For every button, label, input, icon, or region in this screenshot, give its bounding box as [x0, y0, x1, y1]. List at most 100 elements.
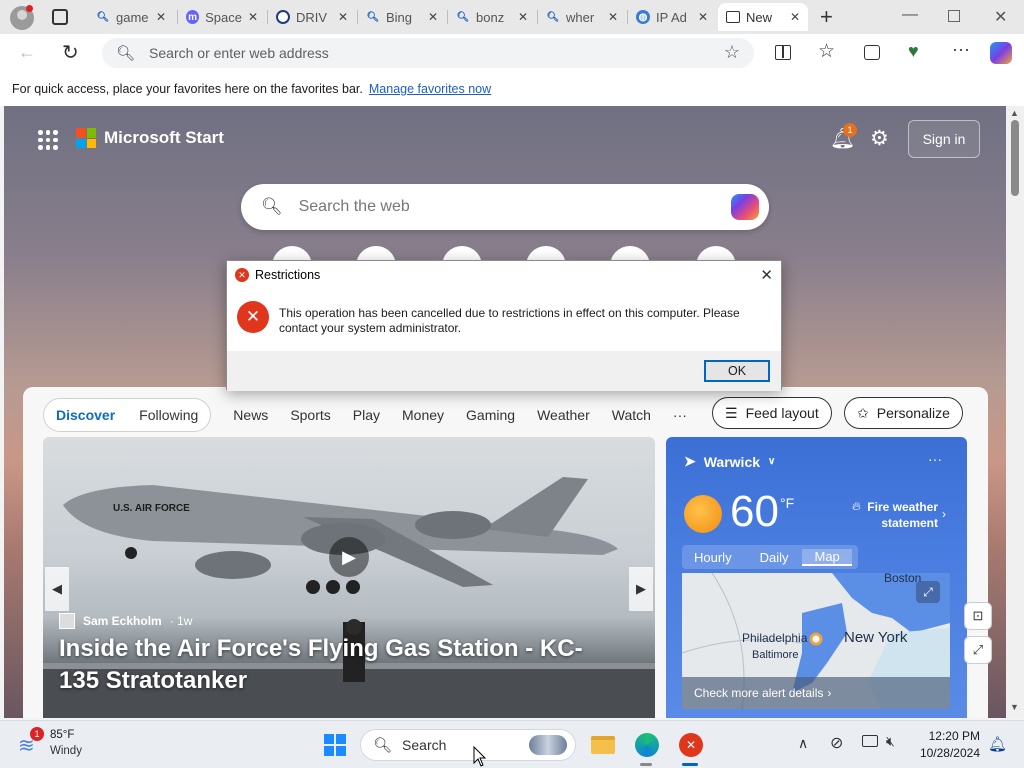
weather-map[interactable]: Boston Philadelphia New York Baltimore ⤢… — [682, 573, 950, 709]
location-arrow-icon: ➤ — [684, 453, 696, 469]
close-icon[interactable]: ✕ — [156, 10, 166, 24]
collections-icon[interactable] — [864, 45, 880, 60]
start-button[interactable] — [321, 731, 349, 759]
weather-card[interactable]: ➤ Warwick ∨ ··· 60 °F 🔥︎ Fire weather st… — [666, 437, 967, 718]
taskbar-time[interactable]: 12:20 PM — [916, 729, 980, 743]
web-search-input[interactable]: Search the web — [299, 198, 410, 216]
tab-hourly[interactable]: Hourly — [682, 550, 746, 565]
microsoft-start-logo[interactable]: Microsoft Start — [76, 128, 224, 148]
author-name[interactable]: Sam Eckholm — [83, 614, 162, 628]
scrollbar-thumb[interactable] — [1011, 120, 1019, 196]
web-search-box[interactable]: 🔍︎ Search the web — [241, 184, 769, 230]
carousel-prev-button[interactable]: ◀ — [45, 567, 69, 611]
alert-details-link[interactable]: Check more alert details › — [682, 677, 950, 709]
personalize-button[interactable]: ✩ Personalize — [844, 397, 963, 429]
side-widget-button[interactable]: ⊡ — [964, 602, 992, 630]
weather-alert[interactable]: Fire weather statement — [864, 499, 938, 531]
browser-essentials-icon[interactable]: ♥ — [908, 41, 919, 62]
close-icon[interactable]: ✕ — [338, 10, 348, 24]
tab-bing[interactable]: 🔍︎ Bing ✕ — [358, 3, 446, 31]
tab-actions-icon[interactable] — [52, 9, 68, 25]
weather-badge: 1 — [30, 727, 44, 741]
dialog-titlebar: ✕ Restrictions ✕ — [227, 261, 781, 289]
tab-space[interactable]: m Space ✕ — [178, 3, 266, 31]
more-options-icon[interactable]: ··· — [952, 39, 970, 60]
tab-label: DRIV — [296, 9, 328, 25]
tab-gaming[interactable]: Gaming — [466, 407, 515, 423]
plane-livery-text: U.S. AIR FORCE — [113, 503, 190, 514]
copilot-icon[interactable] — [731, 194, 759, 220]
settings-gear-icon[interactable]: ⚙ — [870, 126, 889, 151]
profile-icon[interactable] — [10, 5, 34, 30]
tab-play[interactable]: Play — [353, 407, 380, 423]
close-icon[interactable]: ✕ — [790, 10, 800, 24]
edge-icon[interactable] — [633, 731, 661, 759]
play-button[interactable]: ▶ — [329, 537, 369, 577]
tab-daily[interactable]: Daily — [746, 550, 803, 565]
tab-new[interactable]: New ✕ — [718, 3, 808, 31]
new-tab-button[interactable]: + — [820, 4, 833, 30]
show-hidden-icons-button[interactable]: ∧ — [798, 735, 808, 752]
close-icon[interactable]: ✕ — [698, 10, 708, 24]
network-offline-icon[interactable]: ⊘ — [830, 733, 843, 753]
error-icon: ✕ — [235, 268, 249, 282]
page-scrollbar[interactable]: ▲ ▼ — [1006, 106, 1024, 718]
tab-bonz[interactable]: 🔍︎ bonz ✕ — [448, 3, 536, 31]
favorites-icon[interactable]: ☆ — [818, 40, 835, 63]
close-icon[interactable]: ✕ — [760, 266, 773, 284]
close-icon[interactable]: ✕ — [428, 10, 438, 24]
ok-button[interactable]: OK — [704, 360, 770, 382]
tab-map[interactable]: Map — [802, 548, 852, 566]
taskbar-search[interactable]: 🔍︎ Search — [360, 729, 576, 761]
file-explorer-icon[interactable] — [589, 731, 617, 759]
copilot-icon[interactable] — [990, 42, 1012, 64]
taskbar-date[interactable]: 10/28/2024 — [910, 746, 980, 760]
error-app-icon[interactable]: ✕ — [677, 731, 705, 759]
weather-more-button[interactable]: ··· — [928, 451, 942, 467]
tab-label: game — [116, 9, 149, 25]
carousel-next-button[interactable]: ▶ — [629, 567, 653, 611]
refresh-button[interactable]: ↻ — [62, 40, 79, 65]
hero-article-card[interactable]: U.S. AIR FORCE ▶ ◀ ▶ Sam Eckholm · 1w In… — [43, 437, 655, 718]
location-row[interactable]: ➤ Warwick ∨ — [684, 453, 775, 470]
address-input[interactable]: Search or enter web address — [149, 45, 329, 61]
tab-money[interactable]: Money — [402, 407, 444, 423]
tab-weather[interactable]: Weather — [537, 407, 590, 423]
restore-button[interactable] — [948, 10, 960, 22]
tab-driv[interactable]: DRIV ✕ — [268, 3, 356, 31]
back-button[interactable]: ← — [18, 42, 36, 63]
minimize-button[interactable]: — — [902, 6, 918, 24]
tab-news[interactable]: News — [233, 407, 268, 423]
news-feed: Discover Following News Sports Play Mone… — [23, 387, 988, 718]
tab-watch[interactable]: Watch — [612, 407, 651, 423]
address-bar[interactable]: 🔍︎ Search or enter web address ☆ — [102, 38, 754, 68]
close-icon[interactable]: ✕ — [518, 10, 528, 24]
tab-wher[interactable]: 🔍︎ wher ✕ — [538, 3, 626, 31]
close-window-button[interactable]: ✕ — [994, 7, 1007, 27]
tab-discover[interactable]: Discover — [44, 407, 127, 423]
manage-favorites-link[interactable]: Manage favorites now — [369, 82, 491, 96]
browser-toolbar: ← ↻ 🔍︎ Search or enter web address ☆ ☆ ♥… — [0, 34, 1024, 72]
sign-in-button[interactable]: Sign in — [908, 120, 980, 158]
notification-bell-icon[interactable]: 🔔︎ — [988, 735, 1007, 753]
weather-widget[interactable]: ≋ 1 85°F Windy — [16, 727, 126, 763]
tab-label: Space — [205, 9, 242, 25]
feed-layout-button[interactable]: ☰ Feed layout — [712, 397, 832, 429]
close-icon[interactable]: ✕ — [248, 10, 258, 24]
tab-following[interactable]: Following — [127, 407, 210, 423]
expand-map-icon[interactable]: ⤢ — [916, 581, 940, 603]
volume-muted-icon[interactable]: 🔇︎ — [886, 733, 895, 750]
more-tabs-button[interactable]: ··· — [673, 407, 687, 423]
tab-ip[interactable]: ◍ IP Ad ✕ — [628, 3, 716, 31]
side-expand-button[interactable]: ⤢ — [964, 636, 992, 664]
tab-game[interactable]: 🔍︎ game ✕ — [88, 3, 174, 31]
tab-sports[interactable]: Sports — [290, 407, 330, 423]
new-tab-page: Microsoft Start 🔔︎ 1 ⚙ Sign in 🔍︎ Search… — [4, 106, 1006, 718]
author-avatar — [59, 613, 75, 629]
favorite-star-icon[interactable]: ☆ — [724, 42, 740, 63]
hero-headline[interactable]: Inside the Air Force's Flying Gas Statio… — [59, 633, 619, 697]
close-icon[interactable]: ✕ — [608, 10, 618, 24]
display-icon[interactable] — [862, 735, 878, 747]
split-screen-icon[interactable] — [775, 45, 791, 60]
apps-grid-icon[interactable] — [38, 130, 58, 150]
